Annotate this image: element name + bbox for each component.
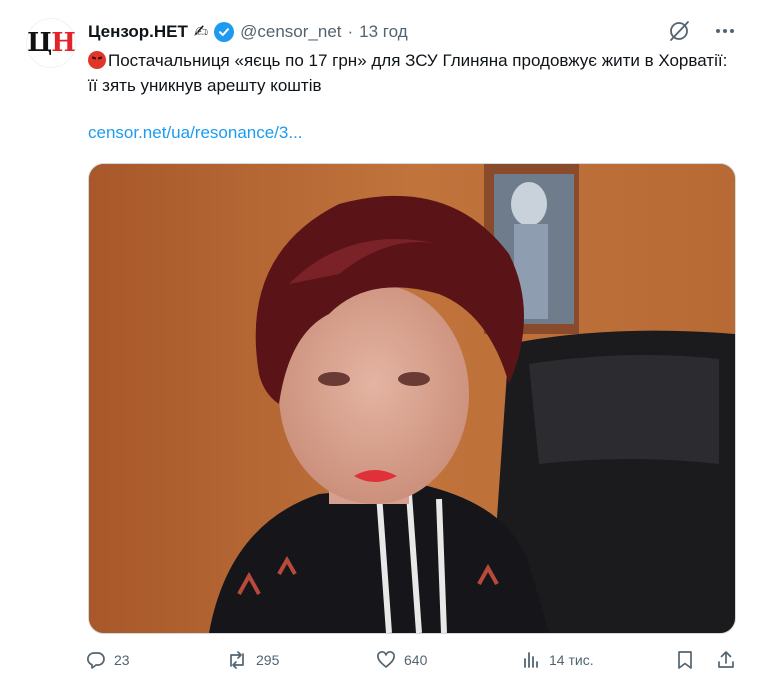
bookmark-button[interactable] xyxy=(676,650,694,670)
views-button[interactable]: 14 тис. xyxy=(521,650,661,670)
reply-button[interactable]: 23 xyxy=(86,650,226,670)
views-count: 14 тис. xyxy=(549,652,594,668)
grok-icon[interactable] xyxy=(668,20,690,42)
share-button[interactable] xyxy=(716,650,736,670)
more-icon[interactable] xyxy=(714,20,736,42)
heart-icon xyxy=(377,651,395,668)
timestamp[interactable]: 13 год xyxy=(359,20,407,44)
avatar-letter-1: Ц xyxy=(27,28,52,58)
photo-illustration xyxy=(89,164,735,633)
avatar-letter-2: Н xyxy=(51,28,76,58)
views-icon xyxy=(524,652,538,668)
repost-count: 295 xyxy=(256,652,280,668)
angry-face-emoji xyxy=(88,51,106,69)
account-name[interactable]: Цензор.НЕТ xyxy=(88,20,188,44)
bookmark-icon xyxy=(678,651,692,669)
tweet-photo[interactable] xyxy=(88,163,736,634)
extra-actions xyxy=(676,650,736,670)
repost-icon xyxy=(230,651,244,669)
avatar[interactable]: ЦН xyxy=(26,18,76,68)
article-link[interactable]: censor.net/ua/resonance/3... xyxy=(88,123,303,143)
tweet-header: Цензор.НЕТ ✍ @censor_net · 13 год xyxy=(88,20,648,44)
repost-button[interactable]: 295 xyxy=(226,650,376,670)
account-handle[interactable]: @censor_net xyxy=(240,20,341,44)
like-count: 640 xyxy=(404,652,428,668)
like-button[interactable]: 640 xyxy=(376,650,521,670)
reply-icon xyxy=(87,652,105,669)
tweet-text: Постачальниця «яєць по 17 грн» для ЗСУ Г… xyxy=(88,48,728,98)
top-actions xyxy=(668,20,736,42)
verified-badge-icon xyxy=(214,22,235,42)
tweet: ЦН Цензор.НЕТ ✍ @censor_net · 13 год Пос… xyxy=(0,0,758,682)
action-bar: 23 295 640 14 тис. xyxy=(86,650,736,670)
tweet-text-body: Постачальниця «яєць по 17 грн» для ЗСУ Г… xyxy=(88,51,728,95)
writing-hand-emoji: ✍ xyxy=(193,22,209,41)
reply-count: 23 xyxy=(114,652,130,668)
separator-dot: · xyxy=(347,22,354,41)
share-icon xyxy=(718,651,734,668)
